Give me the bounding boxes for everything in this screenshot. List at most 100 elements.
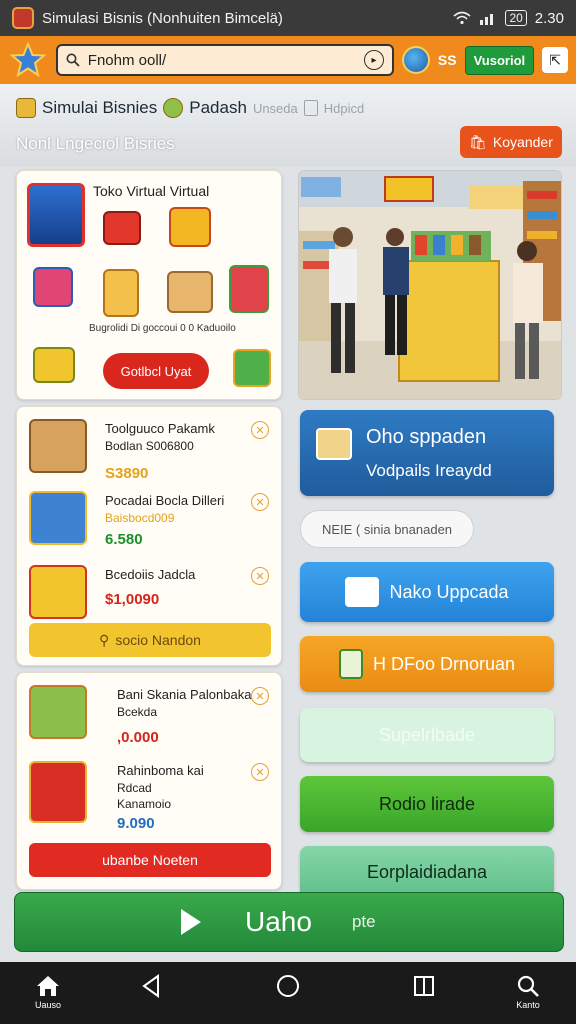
store-scene-image <box>299 171 561 399</box>
breadcrumb-item[interactable]: Hdpicd <box>324 101 364 116</box>
nav-search[interactable]: Kanto <box>508 972 548 1016</box>
item-price: S3890 <box>105 465 149 482</box>
order-list-card: Toolguuco Pakamk Bodlan S006800 S3890 ✕ … <box>16 406 282 666</box>
gift-box-icon <box>233 349 271 387</box>
item-subtitle: Baisbocd009 <box>105 511 175 525</box>
globe-icon[interactable] <box>402 46 430 74</box>
ss-toggle[interactable]: SS <box>438 52 457 68</box>
header-action-button[interactable]: 🛍 Koyander <box>460 126 562 158</box>
search-input[interactable] <box>87 51 357 69</box>
item-price: 6.580 <box>105 531 143 548</box>
document-icon <box>338 649 363 679</box>
upload-package-button[interactable]: Oho sppaden Vodpails Ireaydd <box>300 410 554 496</box>
breadcrumb: Simulai Bisnies Padash Unseda Hdpicd <box>16 98 364 118</box>
item-title: Toolguuco Pakamk <box>105 421 215 436</box>
nav-label: Uauso <box>34 1000 61 1010</box>
nav-home-circle[interactable] <box>268 972 308 1016</box>
radio-trade-button[interactable]: Rodio lirade <box>300 776 554 832</box>
button-label: Nako Uppcada <box>389 581 509 602</box>
register-icon <box>33 267 73 307</box>
home-icon <box>37 976 59 996</box>
cash-register-icon <box>29 565 87 619</box>
signal-icon <box>480 14 494 25</box>
card-captions: Bugrolidi Di goccoui 0 0 Kaduoilo <box>89 323 236 334</box>
start-button[interactable]: Gotlbcl Uyat <box>103 353 209 389</box>
explore-trade-button[interactable]: Eorplaidiadana <box>300 846 554 898</box>
app-icon <box>12 7 34 29</box>
button-label: Rodio lirade <box>378 793 476 814</box>
list-item[interactable]: Pocadai Bocla Dilleri Baisbocd009 6.580 … <box>29 487 275 557</box>
navigation-bar: Uauso Kanto <box>0 962 576 1024</box>
shop-icon <box>16 98 36 118</box>
new-upload-button[interactable]: Nako Uppcada <box>300 562 554 622</box>
remove-icon[interactable]: ✕ <box>251 687 269 705</box>
filter-chip[interactable]: NEIE ( sinia bnanaden <box>300 510 474 548</box>
nav-recents[interactable] <box>404 972 444 1016</box>
coin-icon <box>163 98 184 118</box>
item-subtitle: Rdcad <box>117 781 152 795</box>
list-item[interactable]: Toolguuco Pakamk Bodlan S006800 S3890 ✕ <box>29 415 275 485</box>
account-button[interactable]: Vusoriol <box>464 45 535 75</box>
top-toolbar: ▸ SS Vusoriol ⇱ <box>0 36 576 84</box>
breadcrumb-item[interactable]: Simulai Bisnies <box>42 98 157 118</box>
store-photo <box>298 170 562 400</box>
bakery-box-icon <box>29 685 87 739</box>
ticket-icon <box>33 347 75 383</box>
favorite-button[interactable] <box>8 40 48 80</box>
nav-home[interactable]: Uauso <box>28 972 68 1016</box>
list-item[interactable]: Bcedoiis Jadcla $1,0090 ✕ <box>29 561 275 631</box>
item-subtitle: Bcekda <box>117 705 158 719</box>
nav-back[interactable] <box>132 972 172 1016</box>
remove-icon[interactable]: ✕ <box>251 567 269 585</box>
button-label: Eorplaidiadana <box>366 861 488 882</box>
clock: 2.30 <box>534 9 564 27</box>
checkout-button[interactable]: ubanbe Noeten <box>29 843 271 877</box>
remove-icon[interactable]: ✕ <box>251 763 269 781</box>
item-title: Bani Skania Palonbaka <box>117 687 252 702</box>
button-label: H DFoo Drnoruan <box>372 653 516 674</box>
document-icon <box>303 100 318 116</box>
status-bar: Simulasi Bisnis (Nonhuiten Bimcelä) 20 2… <box>0 0 576 36</box>
item-title: Pocadai Bocla Dilleri <box>105 493 225 508</box>
circle-home-icon <box>277 975 299 997</box>
breadcrumb-item[interactable]: Unseda <box>253 101 298 116</box>
search-icon <box>517 975 539 997</box>
search-bar[interactable]: ▸ <box>55 44 395 76</box>
list-item[interactable]: Bani Skania Palonbaka Bcekda ,0.000 ✕ <box>29 681 275 751</box>
box-icon <box>167 271 213 313</box>
back-icon <box>142 974 159 998</box>
product-list-card: Bani Skania Palonbaka Bcekda ,0.000 ✕ Ra… <box>16 672 282 890</box>
item-subtitle-2: Kanamoio <box>117 797 172 811</box>
shopping-cart-icon <box>29 491 87 545</box>
search-icon: ⚲ <box>99 631 110 648</box>
play-icon <box>181 909 201 935</box>
window-title: Simulasi Bisnis (Nonhuiten Bimcelä) <box>42 9 283 27</box>
item-subtitle: Bodlan S006800 <box>105 439 194 453</box>
document-button[interactable]: H DFoo Drnoruan <box>300 636 554 692</box>
nav-label: Kanto <box>516 1000 540 1010</box>
header-action-label: Koyander <box>492 134 553 150</box>
remove-icon[interactable]: ✕ <box>251 421 269 439</box>
recents-icon <box>414 976 434 996</box>
shop-sign-icon <box>103 269 139 317</box>
upgrade-button-disabled[interactable]: Supelrlbade <box>300 708 554 762</box>
list-item[interactable]: Rahinboma kai Rdcad Kanamoio 9.090 ✕ <box>29 757 275 837</box>
button-label: Supelrlbade <box>378 724 476 745</box>
breadcrumb-item[interactable]: Padash <box>189 98 247 118</box>
virtual-store-card: Toko Virtual Virtual Bugrolidi Di goccou… <box>16 170 282 400</box>
remove-icon[interactable]: ✕ <box>251 493 269 511</box>
card-title: Toko Virtual Virtual <box>93 183 210 199</box>
store-logo-icon <box>27 183 85 247</box>
item-price: ,0.000 <box>117 729 159 746</box>
play-button[interactable]: Uaho pte <box>14 892 564 952</box>
button-label: socio Nandon <box>115 632 201 648</box>
item-price: $1,0090 <box>105 591 160 608</box>
play-sublabel: pte <box>351 912 376 931</box>
random-order-button[interactable]: ⚲ socio Nandon <box>29 623 271 657</box>
button-label: Oho sppaden <box>366 425 487 448</box>
wifi-icon <box>453 11 471 25</box>
play-label: Uaho <box>245 906 312 937</box>
share-button[interactable]: ⇱ <box>542 47 568 73</box>
search-icon <box>66 53 80 67</box>
go-button[interactable]: ▸ <box>364 50 385 70</box>
